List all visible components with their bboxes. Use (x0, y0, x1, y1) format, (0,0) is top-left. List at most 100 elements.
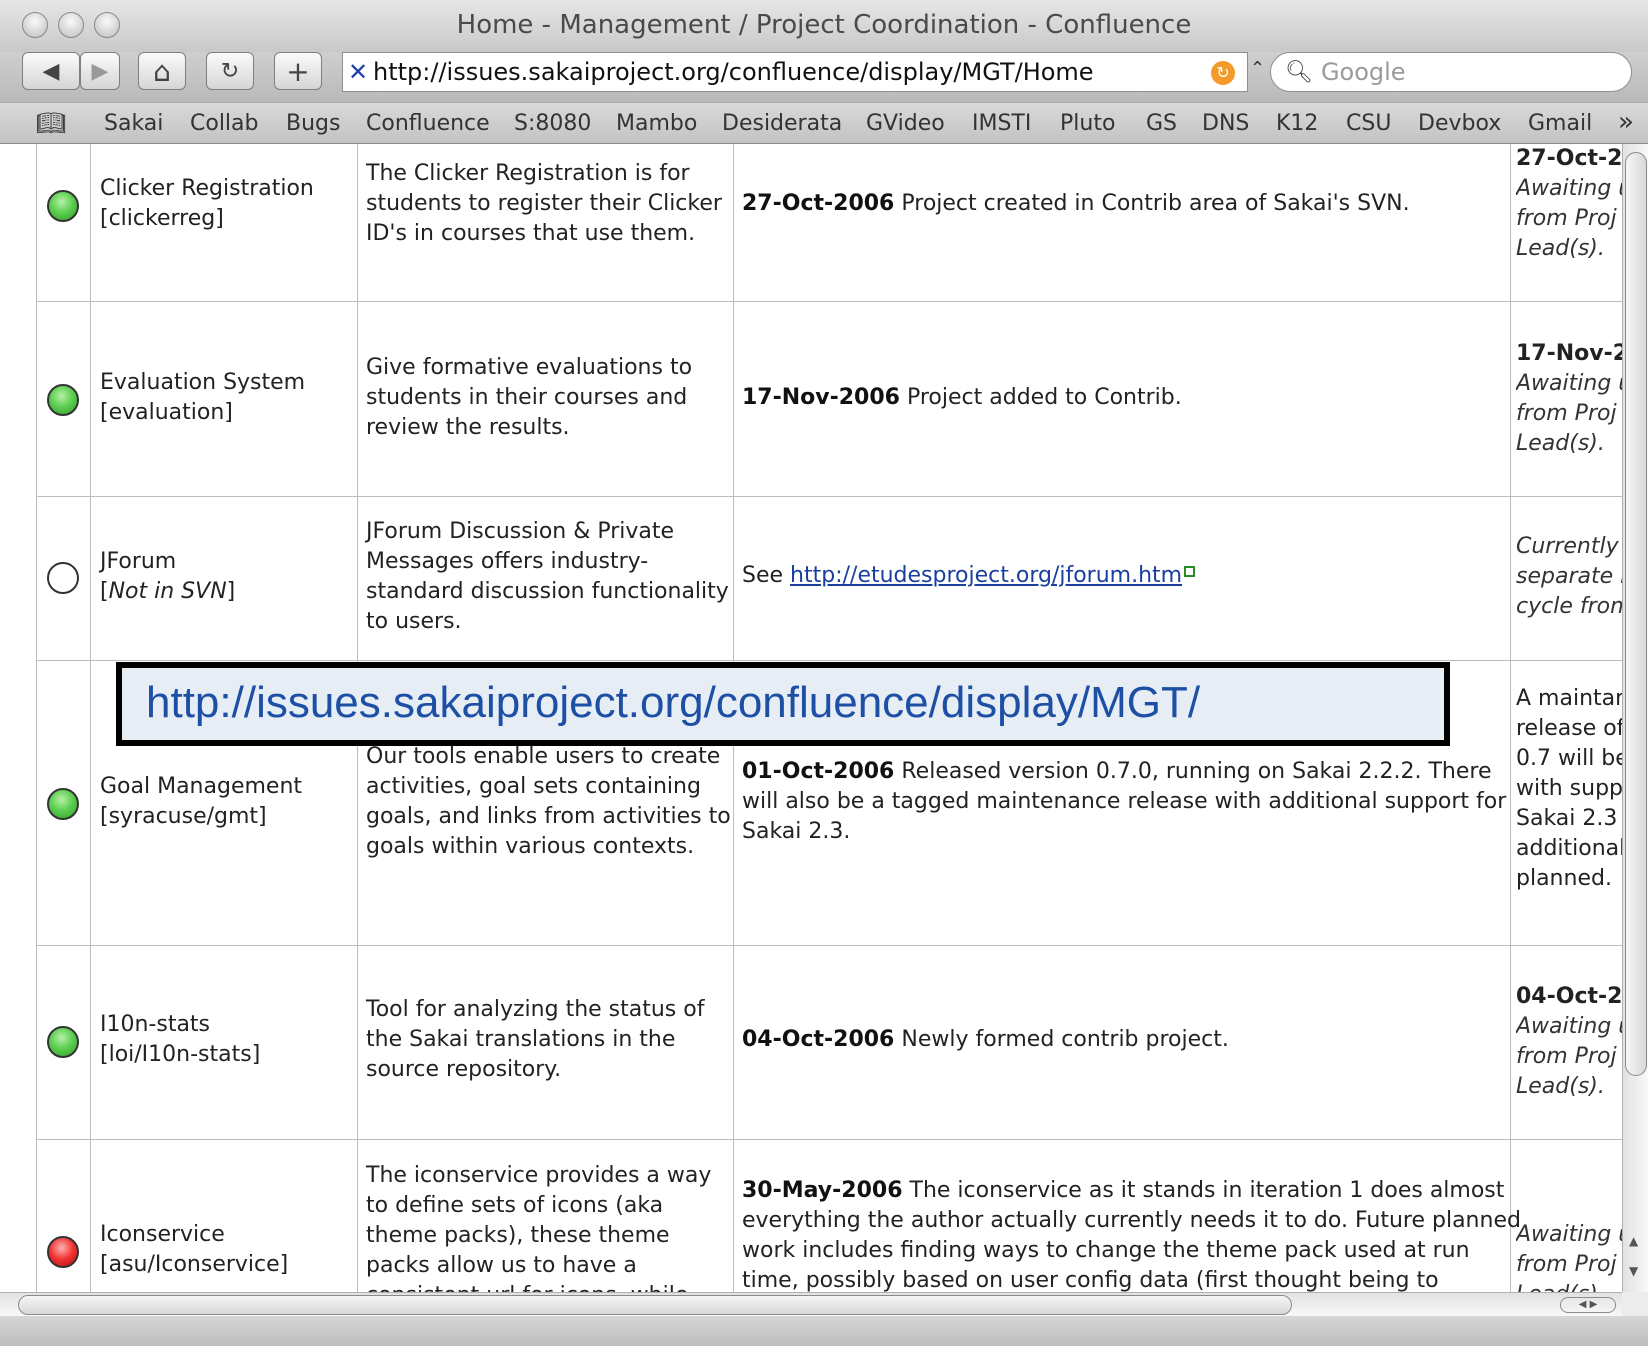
bookmark-item[interactable]: Bugs (286, 111, 340, 136)
window-title: Home - Management / Project Coordination… (456, 10, 1192, 40)
status-text: A maintan (1516, 686, 1622, 711)
table-border (90, 144, 91, 1292)
bookmark-item[interactable]: GVideo (866, 111, 945, 136)
external-link-icon (1184, 566, 1196, 577)
project-description-cell: The iconservice provides a way to define… (366, 1161, 711, 1292)
news-date: 04-Oct-2006 (742, 1027, 895, 1052)
vertical-scroll-thumb[interactable] (1625, 152, 1647, 1076)
project-status-cell: Currently separate r cycle from (1516, 532, 1622, 622)
forward-button[interactable]: ▶ (80, 52, 120, 90)
status-text: Awaiting u (1516, 371, 1622, 396)
bookmark-item[interactable]: Mambo (616, 111, 697, 136)
page-content: Clicker Registration [clickerreg] The Cl… (0, 144, 1622, 1292)
project-name-cell: Iconservice [asu/Iconservice] (100, 1220, 288, 1280)
description-line: goals within various contexts. (366, 834, 695, 859)
home-icon: ⌂ (153, 54, 171, 88)
horizontal-scroll-thumb[interactable] (18, 1295, 1292, 1315)
project-description-cell: Give formative evaluations to students i… (366, 353, 692, 443)
project-status-cell: Awaiting u from Proj Lead(s). (1516, 1220, 1622, 1292)
horizontal-scrollbar[interactable]: ◀ ▶ (0, 1292, 1622, 1316)
callout-url-text: http://issues.sakaiproject.org/confluenc… (146, 678, 1201, 727)
table-border (36, 496, 1622, 497)
title-bar: Home - Management / Project Coordination… (0, 0, 1648, 52)
status-green-icon (47, 1026, 79, 1058)
project-news-cell: 17-Nov-2006 Project added to Contrib. (742, 383, 1182, 413)
bookmark-item[interactable]: Gmail (1528, 111, 1592, 136)
status-text: from Proj (1516, 206, 1617, 231)
description-line: review the results. (366, 415, 570, 440)
project-repo: [Not in SVN] (100, 579, 236, 604)
vertical-scrollbar[interactable]: ▲ ▼ (1622, 144, 1648, 1292)
news-text: everything the author actually currently… (742, 1208, 1521, 1233)
table-border (1510, 144, 1511, 1292)
description-line: to define sets of icons (aka (366, 1193, 664, 1218)
project-repo: [loi/I10n-stats] (100, 1042, 261, 1067)
bookmark-item[interactable]: Collab (190, 111, 259, 136)
description-line: students in their courses and (366, 385, 688, 410)
status-text: from Proj (1516, 401, 1617, 426)
bookmark-item[interactable]: CSU (1346, 111, 1391, 136)
news-date: 01-Oct-2006 (742, 759, 895, 784)
bookmark-item[interactable]: Confluence (366, 111, 490, 136)
status-text: cycle from (1516, 594, 1622, 619)
news-text: Sakai 2.3. (742, 819, 851, 844)
search-field[interactable]: 🔍︎ Google (1270, 52, 1632, 92)
status-text: from Proj (1516, 1252, 1617, 1277)
news-date: 17-Nov-2006 (742, 385, 900, 410)
bookmarks-overflow-icon[interactable]: » (1618, 107, 1634, 137)
bookmark-item[interactable]: DNS (1202, 111, 1249, 136)
project-repo: [clickerreg] (100, 206, 224, 231)
description-line: to users. (366, 609, 462, 634)
status-bar (0, 1316, 1648, 1346)
jforum-link[interactable]: http://etudesproject.org/jforum.htm (790, 563, 1182, 588)
plus-icon: + (286, 54, 310, 88)
description-line: Messages offers industry- (366, 549, 649, 574)
table-border (36, 945, 1622, 946)
scroll-arrows-icon[interactable]: ◀ ▶ (1560, 1297, 1616, 1313)
back-button[interactable]: ◀ (22, 52, 80, 90)
address-text[interactable]: http://issues.sakaiproject.org/confluenc… (373, 58, 1094, 86)
project-status-cell: A maintan release of 0.7 will be with su… (1516, 684, 1622, 894)
project-name-cell: Clicker Registration [clickerreg] (100, 174, 314, 234)
project-name: Iconservice (100, 1222, 225, 1247)
rss-icon[interactable]: ↻ (1211, 61, 1235, 85)
project-name-cell: JForum [Not in SVN] (100, 547, 235, 607)
description-line: students to register their Clicker (366, 191, 722, 216)
address-bar[interactable]: ✕ http://issues.sakaiproject.org/conflue… (342, 52, 1248, 92)
project-name: JForum (100, 549, 177, 574)
bookmarks-book-icon[interactable]: 📖︎ (36, 109, 66, 137)
project-name: Clicker Registration (100, 176, 314, 201)
project-name: I10n-stats (100, 1012, 211, 1037)
bookmark-item[interactable]: Pluto (1060, 111, 1115, 136)
bookmark-item[interactable]: K12 (1276, 111, 1318, 136)
project-repo: [asu/Iconservice] (100, 1252, 289, 1277)
bookmark-item[interactable]: IMSTI (972, 111, 1031, 136)
status-text: separate r (1516, 564, 1622, 589)
news-text: The iconservice as it stands in iteratio… (909, 1178, 1505, 1203)
forward-arrow-icon: ▶ (91, 58, 109, 84)
reload-button[interactable]: ↻ (206, 52, 254, 90)
bookmark-item[interactable]: GS (1146, 111, 1177, 136)
description-line: The Clicker Registration is for (366, 161, 690, 186)
url-history-caret-icon[interactable]: ⌃ (1250, 58, 1265, 79)
scroll-up-arrow-icon[interactable]: ▲ (1629, 1234, 1638, 1248)
news-text: See (742, 563, 784, 588)
status-text: Awaiting u (1516, 1014, 1622, 1039)
home-button[interactable]: ⌂ (138, 52, 186, 90)
project-name-cell: Evaluation System [evaluation] (100, 368, 305, 428)
add-bookmark-button[interactable]: + (274, 52, 322, 90)
description-line: theme packs), these theme (366, 1223, 670, 1248)
status-date: 27-Oct-2 (1516, 146, 1622, 171)
project-news-cell: 01-Oct-2006 Released version 0.7.0, runn… (742, 757, 1506, 847)
status-text: additional (1516, 836, 1622, 861)
bookmark-item[interactable]: Sakai (104, 111, 163, 136)
status-text: Lead(s). (1516, 1074, 1605, 1099)
bookmark-item[interactable]: Devbox (1418, 111, 1501, 136)
status-red-icon (47, 1236, 79, 1268)
description-line: the Sakai translations in the (366, 1027, 676, 1052)
project-description-cell: The Clicker Registration is for students… (366, 159, 722, 249)
url-callout-banner: http://issues.sakaiproject.org/confluenc… (116, 662, 1450, 746)
scroll-down-arrow-icon[interactable]: ▼ (1629, 1264, 1638, 1278)
bookmark-item[interactable]: Desiderata (722, 111, 842, 136)
bookmark-item[interactable]: S:8080 (514, 111, 591, 136)
